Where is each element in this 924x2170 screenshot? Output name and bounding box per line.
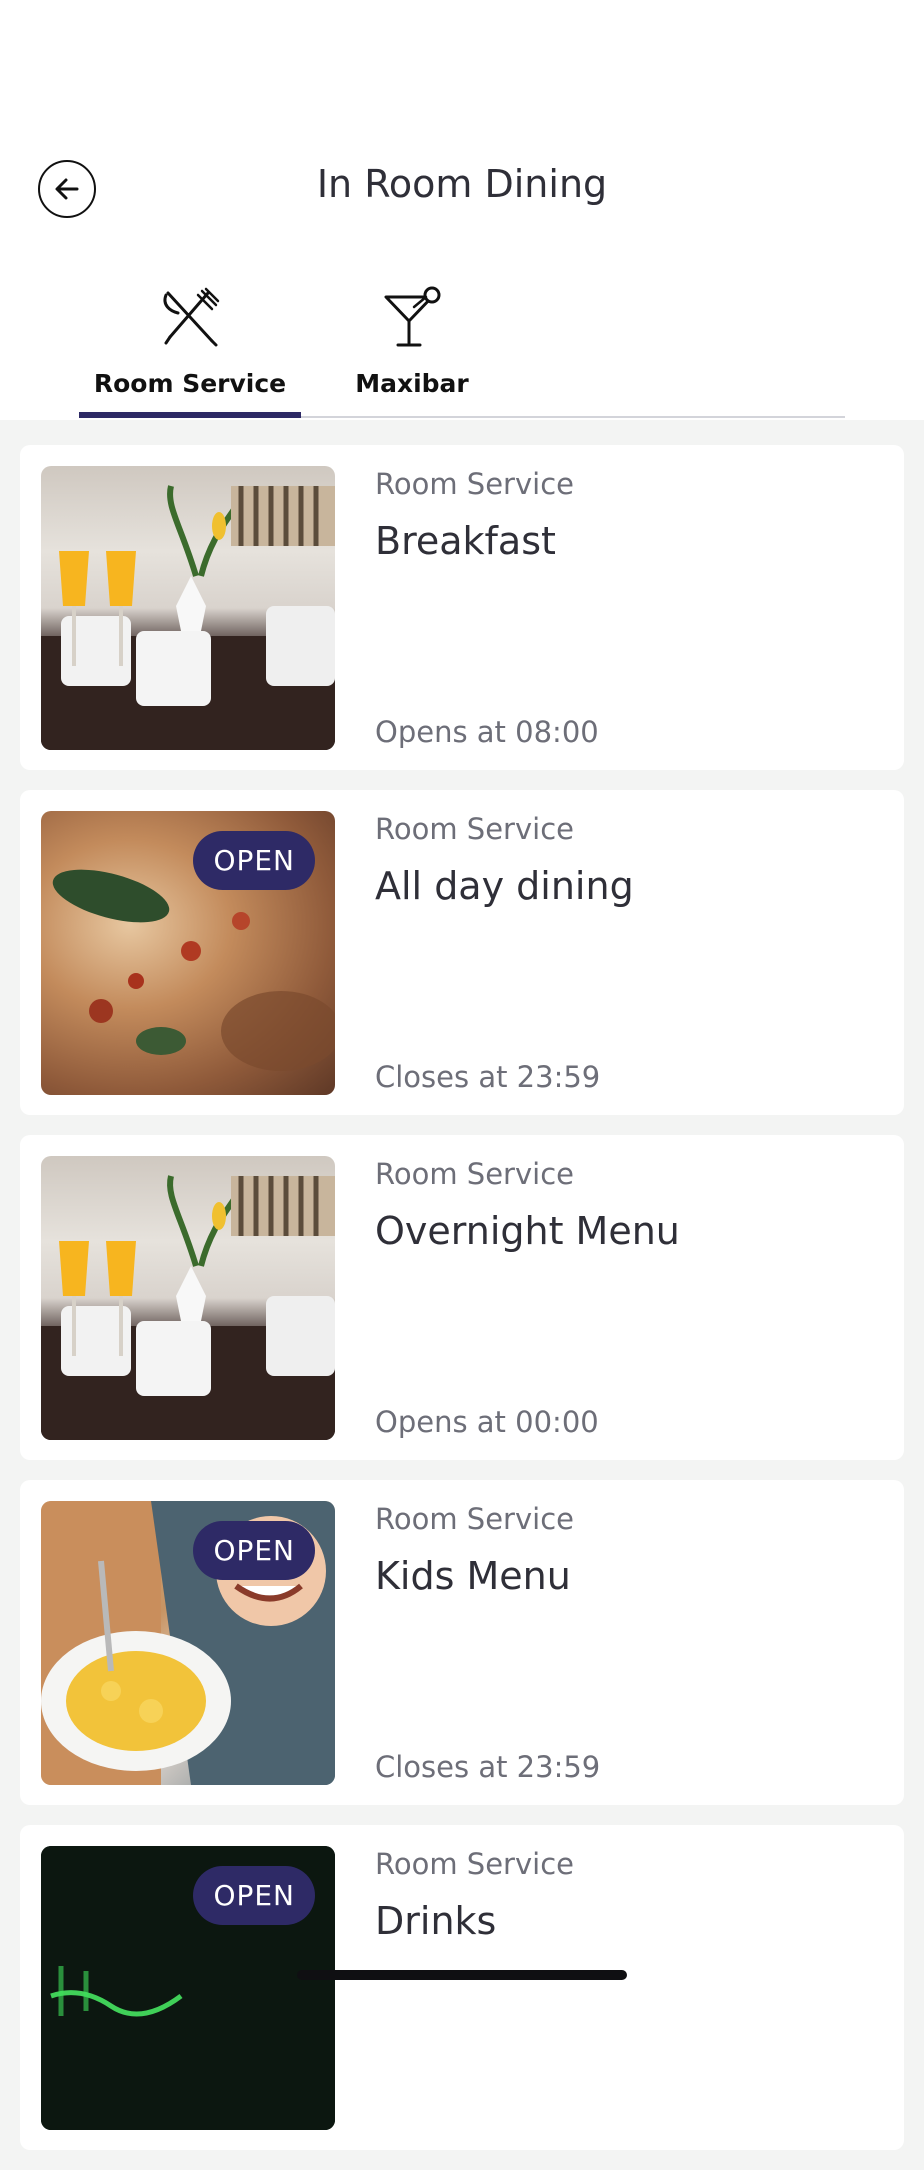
card-title: Kids Menu <box>375 1554 571 1598</box>
card-status: Closes at 23:59 <box>375 1750 601 1784</box>
card-title: Overnight Menu <box>375 1209 680 1253</box>
open-badge: OPEN <box>193 831 315 890</box>
home-indicator <box>297 1970 627 1980</box>
card-category: Room Service <box>375 1502 574 1536</box>
drinks-neon-image: OPEN <box>41 1846 335 2130</box>
cocktail-glass-icon <box>384 286 441 347</box>
fork-knife-icon <box>163 287 220 347</box>
open-badge: OPEN <box>193 1866 315 1925</box>
menu-card[interactable]: OPEN Room Service All day dining Closes … <box>20 790 904 1115</box>
card-status: Closes at 23:59 <box>375 1060 601 1094</box>
tab-label: Room Service <box>93 369 287 398</box>
card-title: Drinks <box>375 1899 497 1943</box>
card-status: Opens at 00:00 <box>375 1405 599 1439</box>
menu-card[interactable]: Room Service Overnight Menu Opens at 00:… <box>20 1135 904 1460</box>
active-tab-indicator <box>79 412 301 418</box>
tab-room-service[interactable]: Room Service <box>79 285 301 417</box>
tab-maxibar[interactable]: Maxibar <box>301 285 523 417</box>
card-category: Room Service <box>375 1847 574 1881</box>
card-category: Room Service <box>375 812 574 846</box>
card-title: All day dining <box>375 864 634 908</box>
card-category: Room Service <box>375 1157 574 1191</box>
breakfast-tray-image <box>41 1156 335 1440</box>
pizza-image: OPEN <box>41 811 335 1095</box>
kids-meal-image: OPEN <box>41 1501 335 1785</box>
top-bar: In Room Dining Room Service Maxibar <box>0 0 924 420</box>
card-status: Opens at 08:00 <box>375 715 599 749</box>
menu-card[interactable]: OPEN Room Service Kids Menu Closes at 23… <box>20 1480 904 1805</box>
menu-card[interactable]: Room Service Breakfast Opens at 08:00 <box>20 445 904 770</box>
card-category: Room Service <box>375 467 574 501</box>
menu-card[interactable]: OPEN Room Service Drinks <box>20 1825 904 2150</box>
breakfast-tray-image <box>41 466 335 750</box>
tab-label: Maxibar <box>355 369 469 398</box>
menu-list: Room Service Breakfast Opens at 08:00 OP… <box>20 445 904 2170</box>
card-title: Breakfast <box>375 519 556 563</box>
open-badge: OPEN <box>193 1521 315 1580</box>
page-title: In Room Dining <box>316 162 608 206</box>
